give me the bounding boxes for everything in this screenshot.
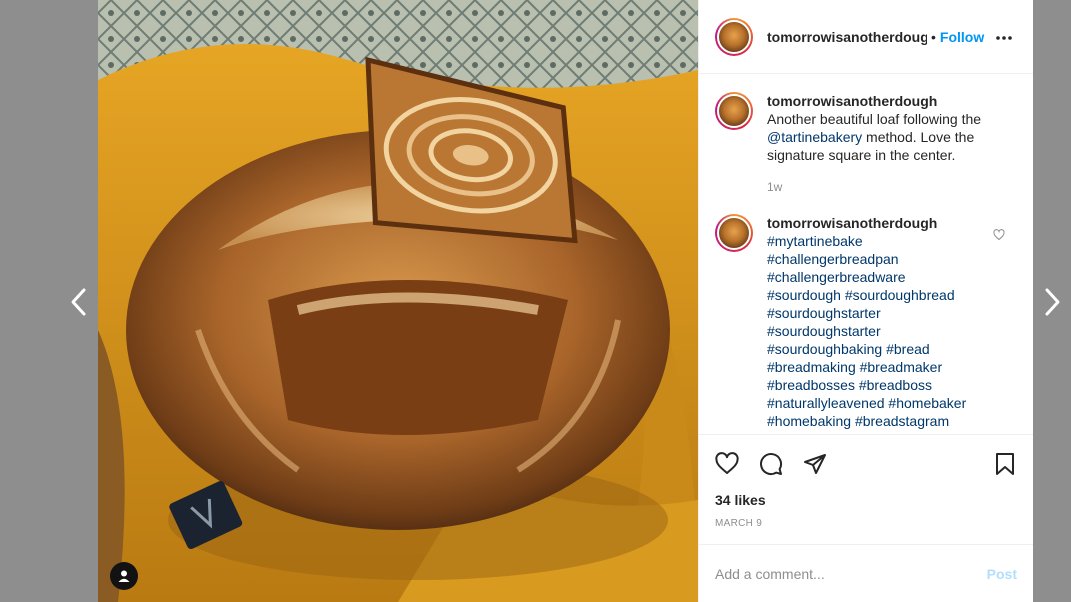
hashtag-line: #sourdoughbaking #bread — [767, 340, 987, 358]
previous-post-arrow[interactable] — [66, 285, 90, 319]
hashtag-link[interactable]: #sourdoughbaking #bread — [767, 341, 930, 357]
comment-text: tomorrowisanotherdough #mytartinebake #c… — [767, 214, 987, 430]
action-bar — [699, 434, 1033, 492]
hashtag-line: #challengerbreadware — [767, 268, 987, 286]
separator-dot: • — [931, 28, 936, 45]
hashtag-link[interactable]: #homebaking #breadstagram — [767, 413, 949, 429]
hashtag-link[interactable]: #sourdoughstarter — [767, 323, 881, 339]
hashtag-line: #sourdoughstarter — [767, 304, 987, 322]
post-header: tomorrowisanotherdough • Follow — [699, 0, 1033, 74]
more-options-icon — [996, 35, 1012, 40]
hashtag-link[interactable]: #breadbosses #breadboss — [767, 377, 932, 393]
hashtag-line: #breadbosses #breadboss — [767, 376, 987, 394]
caption-timestamp[interactable]: 1w — [767, 178, 987, 196]
tagged-users-button[interactable] — [110, 562, 138, 590]
avatar[interactable] — [715, 92, 753, 130]
bread-loaf-image — [98, 0, 698, 602]
comment-item: tomorrowisanotherdough #mytartinebake #c… — [715, 214, 1017, 430]
caption-username[interactable]: tomorrowisanotherdough — [767, 93, 937, 109]
post-date[interactable]: MARCH 9 — [699, 518, 1033, 544]
comment-icon[interactable] — [759, 452, 783, 476]
caption: tomorrowisanotherdough Another beautiful… — [715, 92, 1017, 196]
share-icon[interactable] — [803, 452, 827, 476]
chevron-right-icon — [1045, 288, 1060, 316]
caption-text: tomorrowisanotherdough Another beautiful… — [767, 92, 987, 196]
comments-list[interactable]: tomorrowisanotherdough Another beautiful… — [699, 74, 1033, 434]
comment-input[interactable] — [715, 565, 987, 582]
post-sidebar: tomorrowisanotherdough • Follow tomorrow… — [698, 0, 1033, 602]
hashtag-line: #homebaking #breadstagram — [767, 412, 987, 430]
post-modal: tomorrowisanotherdough • Follow tomorrow… — [98, 0, 1033, 602]
comment-username[interactable]: tomorrowisanotherdough — [767, 214, 987, 232]
header-username[interactable]: tomorrowisanotherdough — [767, 29, 927, 45]
mention-link[interactable]: @tartinebakery — [767, 129, 862, 145]
avatar[interactable] — [715, 17, 753, 56]
hashtag-link[interactable]: #sourdough #sourdoughbread — [767, 287, 955, 303]
hashtag-link[interactable]: #naturallyleavened #homebaker — [767, 395, 966, 411]
heart-icon[interactable] — [715, 451, 739, 476]
hashtag-line: #challengerbreadpan — [767, 250, 987, 268]
hashtag-line: #breadmaking #breadmaker — [767, 358, 987, 376]
hashtag-link[interactable]: #mytartinebake — [767, 233, 863, 249]
hashtag-line: #naturallyleavened #homebaker — [767, 394, 987, 412]
hashtag-link[interactable]: #challengerbreadpan — [767, 251, 899, 267]
heart-icon — [993, 229, 1005, 241]
follow-button[interactable]: Follow — [940, 29, 984, 45]
hashtag-link[interactable]: #challengerbreadware — [767, 269, 906, 285]
post-photo[interactable] — [98, 0, 698, 602]
avatar[interactable] — [715, 214, 753, 252]
user-tag-icon — [118, 570, 130, 582]
next-post-arrow[interactable] — [1041, 285, 1065, 319]
likes-count[interactable]: 34 likes — [699, 492, 1033, 512]
add-comment-bar: Post — [699, 544, 1033, 602]
hashtag-line: #sourdoughstarter — [767, 322, 987, 340]
hashtag-line: #sourdough #sourdoughbread — [767, 286, 987, 304]
post-comment-button[interactable]: Post — [987, 566, 1017, 582]
hashtag-link[interactable]: #sourdoughstarter — [767, 305, 881, 321]
caption-body: Another beautiful loaf following the — [767, 111, 982, 127]
chevron-left-icon — [71, 288, 86, 316]
hashtag-link[interactable]: #breadmaking #breadmaker — [767, 359, 942, 375]
comment-like-button[interactable] — [993, 228, 1005, 246]
hashtag-line: #mytartinebake — [767, 232, 987, 250]
bookmark-icon[interactable] — [993, 452, 1017, 476]
more-options-button[interactable] — [995, 28, 1013, 46]
